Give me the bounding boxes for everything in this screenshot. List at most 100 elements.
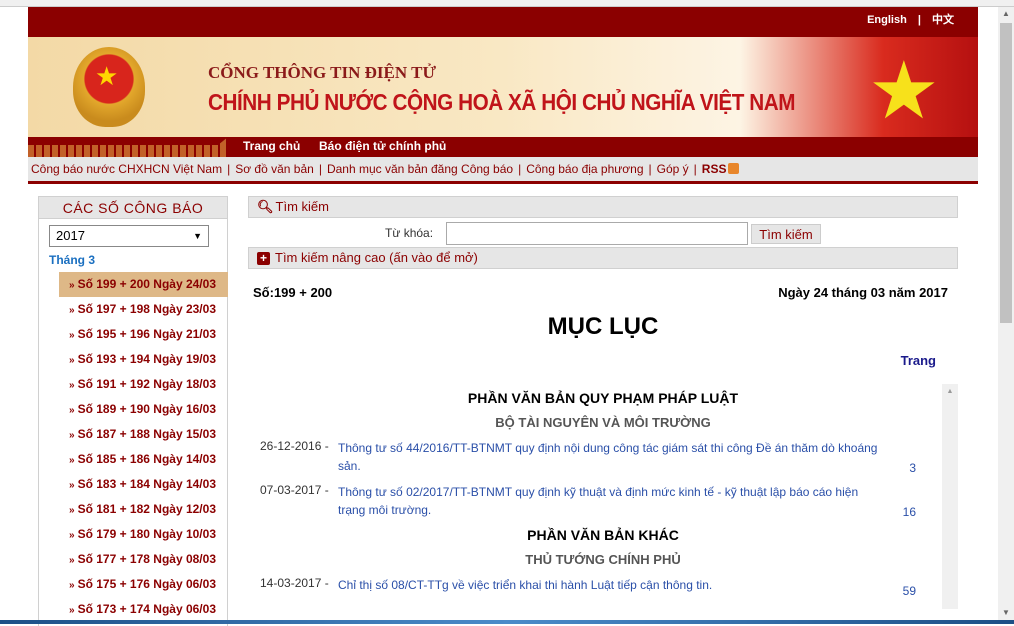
- page-scrollbar[interactable]: ▲ ▼: [998, 7, 1014, 620]
- link-danh-muc[interactable]: Danh mục văn bản đăng Công báo: [327, 162, 513, 176]
- keyword-label: Từ khóa:: [385, 226, 434, 240]
- bullet: »: [69, 430, 75, 441]
- bullet: »: [69, 505, 75, 516]
- issue-info: Số:199 + 200 Ngày 24 tháng 03 năm 2017: [248, 269, 958, 309]
- banner-title-line2: CHÍNH PHỦ NƯỚC CỘNG HOÀ XÃ HỘI CHỦ NGHĨA…: [208, 89, 796, 115]
- issue-item[interactable]: » Số 189 + 190 Ngày 16/03: [59, 397, 228, 422]
- issue-list: » Số 199 + 200 Ngày 24/03» Số 197 + 198 Ng…: [59, 272, 228, 622]
- lang-separator: |: [917, 14, 921, 26]
- dropdown-arrow-icon: ▼: [193, 231, 202, 241]
- issue-item[interactable]: » Số 183 + 184 Ngày 14/03: [59, 472, 228, 497]
- entry-date: 07-03-2017 -: [260, 483, 329, 497]
- issue-item[interactable]: » Số 185 + 186 Ngày 14/03: [59, 447, 228, 472]
- page-title: MỤC LỤC: [547, 313, 659, 340]
- link-rss[interactable]: RSS: [702, 162, 727, 176]
- link-so-do[interactable]: Sơ đồ văn bản: [235, 162, 314, 176]
- taskbar: [0, 620, 1014, 624]
- bullet: »: [69, 580, 75, 591]
- issue-label: Số 195 + 196 Ngày 21/03: [77, 327, 216, 341]
- issue-label: Số 187 + 188 Ngày 15/03: [77, 427, 216, 441]
- search-icon: 🔍︎: [257, 199, 274, 214]
- year-select[interactable]: 2017 ▼: [49, 225, 209, 247]
- scroll-up-icon[interactable]: ▲: [998, 7, 1014, 21]
- issue-item[interactable]: » Số 193 + 194 Ngày 19/03: [59, 347, 228, 372]
- keyword-row: Từ khóa: Tìm kiếm: [248, 218, 958, 247]
- issue-label: Số 177 + 178 Ngày 08/03: [77, 552, 216, 566]
- banner-title-line1: CỔNG THÔNG TIN ĐIỆN TỬ: [208, 63, 436, 82]
- nav-home[interactable]: Trang chủ: [243, 139, 300, 153]
- nav-government-news[interactable]: Báo điện tử chính phủ: [319, 139, 446, 153]
- scroll-up-icon[interactable]: ▲: [942, 388, 958, 395]
- year-value: 2017: [56, 228, 85, 243]
- sep: |: [318, 162, 322, 176]
- issue-item[interactable]: » Số 177 + 178 Ngày 08/03: [59, 547, 228, 572]
- issue-label: Số 191 + 192 Ngày 18/03: [77, 377, 216, 391]
- bullet: »: [69, 455, 75, 466]
- entry-date: 26-12-2016 -: [260, 439, 329, 453]
- plus-icon: +: [257, 252, 270, 265]
- entry-date: 14-03-2017 -: [260, 576, 329, 590]
- toc-scrollbar[interactable]: ▲: [942, 384, 958, 609]
- sep: |: [227, 162, 231, 176]
- org-heading: BỘ TÀI NGUYÊN VÀ MÔI TRƯỜNG: [495, 415, 711, 430]
- lang-english-link[interactable]: English: [867, 14, 907, 26]
- main-content: 🔍︎ Tìm kiếm Từ khóa: Tìm kiếm + Tìm kiếm n…: [248, 196, 958, 609]
- issue-item[interactable]: » Số 175 + 176 Ngày 06/03: [59, 572, 228, 597]
- issue-item[interactable]: » Số 179 + 180 Ngày 10/03: [59, 522, 228, 547]
- bullet: »: [69, 605, 75, 616]
- advanced-search-label: Tìm kiếm nâng cao (ấn vào để mở): [275, 250, 478, 265]
- entry-link[interactable]: Chỉ thị số 08/CT-TTg về việc triển khai …: [338, 576, 878, 594]
- toc-entry: 14-03-2017 - Chỉ thị số 08/CT-TTg về việc…: [248, 576, 958, 598]
- issue-number: Số:199 + 200: [253, 285, 333, 300]
- decorative-pattern: [28, 137, 228, 157]
- issue-item[interactable]: » Số 181 + 182 Ngày 12/03: [59, 497, 228, 522]
- scroll-down-icon[interactable]: ▼: [998, 606, 1014, 620]
- issue-item[interactable]: » Số 197 + 198 Ngày 23/03: [59, 297, 228, 322]
- lang-chinese-link[interactable]: 中文: [932, 14, 954, 26]
- issue-label: Số 193 + 194 Ngày 19/03: [77, 352, 216, 366]
- issue-item[interactable]: » Số 191 + 192 Ngày 18/03: [59, 372, 228, 397]
- entry-page: 16: [902, 505, 916, 519]
- issue-label: Số 197 + 198 Ngày 23/03: [77, 302, 216, 316]
- issue-label: Số 173 + 174 Ngày 06/03: [77, 602, 216, 616]
- table-of-contents: PHẦN VĂN BẢN QUY PHẠM PHÁP LUẬT BỘ TÀI N…: [248, 384, 958, 609]
- scroll-thumb[interactable]: [1000, 23, 1012, 323]
- main-nav: Trang chủ Báo điện tử chính phủ: [28, 137, 978, 157]
- org-heading: THỦ TƯỚNG CHÍNH PHỦ: [525, 552, 681, 567]
- link-gop-y[interactable]: Góp ý: [657, 162, 689, 176]
- entry-link[interactable]: Thông tư số 44/2016/TT-BTNMT quy định nộ…: [338, 439, 878, 475]
- link-cong-bao[interactable]: Công báo nước CHXHCN Việt Nam: [31, 162, 222, 176]
- page-column-header: Trang: [900, 353, 936, 368]
- toc-entry: 26-12-2016 - Thông tư số 44/2016/TT-BTNMT…: [248, 439, 958, 475]
- search-button[interactable]: Tìm kiếm: [751, 224, 821, 244]
- entry-page: 59: [902, 584, 916, 598]
- issue-item[interactable]: » Số 199 + 200 Ngày 24/03: [59, 272, 228, 297]
- sidebar: CÁC SỐ CÔNG BÁO 2017 ▼ Tháng 3 » Số 199 + …: [38, 196, 228, 626]
- issue-label: Số 175 + 176 Ngày 06/03: [77, 577, 216, 591]
- sep: |: [648, 162, 652, 176]
- issue-item[interactable]: » Số 173 + 174 Ngày 06/03: [59, 597, 228, 622]
- link-dia-phuong[interactable]: Công báo địa phương: [526, 162, 643, 176]
- section-heading: PHẦN VĂN BẢN QUY PHẠM PHÁP LUẬT: [467, 390, 739, 406]
- issue-label: Số 185 + 186 Ngày 14/03: [77, 452, 216, 466]
- bullet: »: [69, 280, 75, 291]
- banner: ★ CỔNG THÔNG TIN ĐIỆN TỬ CHÍNH PHỦ NƯỚC …: [28, 37, 978, 137]
- month-link[interactable]: Tháng 3: [49, 253, 95, 267]
- toc-entry: 07-03-2017 - Thông tư số 02/2017/TT-BTNMT…: [248, 483, 958, 519]
- search-header: 🔍︎ Tìm kiếm: [248, 196, 958, 218]
- keyword-input[interactable]: [446, 222, 748, 245]
- sidebar-title: CÁC SỐ CÔNG BÁO: [39, 197, 227, 219]
- advanced-search-toggle[interactable]: + Tìm kiếm nâng cao (ấn vào để mở): [248, 247, 958, 269]
- issue-label: Số 199 + 200 Ngày 24/03: [77, 277, 216, 291]
- issue-item[interactable]: » Số 187 + 188 Ngày 15/03: [59, 422, 228, 447]
- search-title: Tìm kiếm: [275, 199, 329, 214]
- rss-icon[interactable]: [728, 163, 740, 174]
- national-emblem-icon: ★: [73, 47, 145, 127]
- bullet: »: [69, 330, 75, 341]
- bullet: »: [69, 355, 75, 366]
- issue-date: Ngày 24 tháng 03 năm 2017: [778, 285, 948, 300]
- issue-item[interactable]: » Số 195 + 196 Ngày 21/03: [59, 322, 228, 347]
- entry-page: 3: [909, 461, 916, 475]
- bullet: »: [69, 380, 75, 391]
- entry-link[interactable]: Thông tư số 02/2017/TT-BTNMT quy định kỹ…: [338, 483, 878, 519]
